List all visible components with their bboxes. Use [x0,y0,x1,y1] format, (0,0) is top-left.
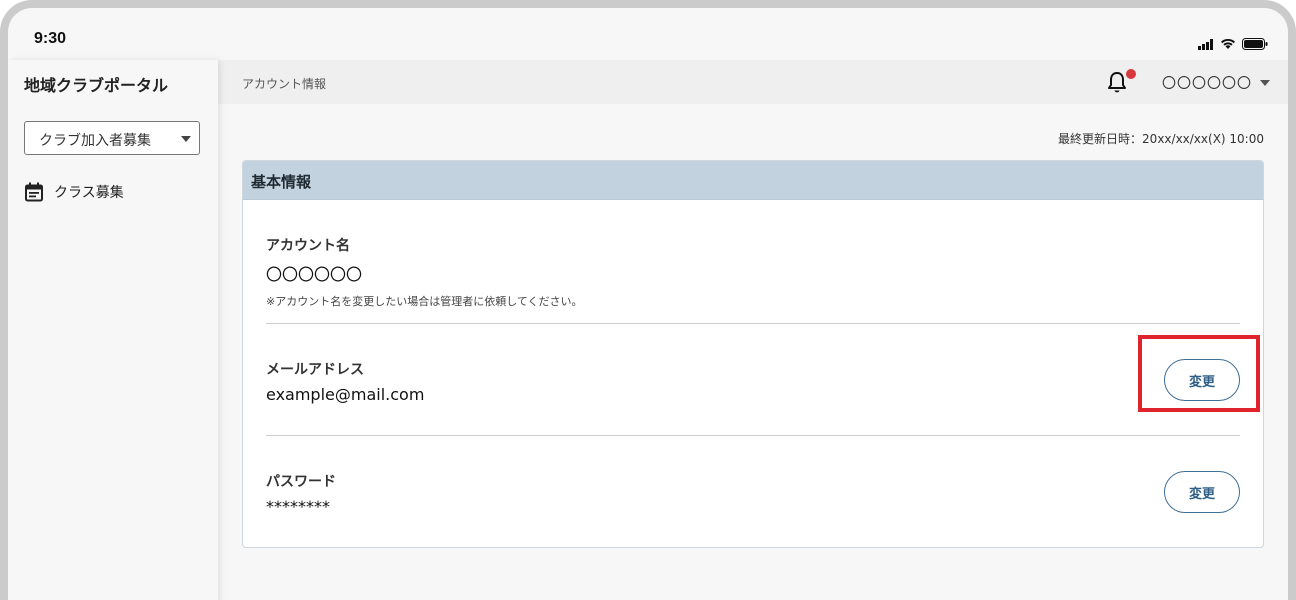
password-label: パスワード [266,474,336,490]
device-frame: 9:30 地域クラブポータル クラブ加入者募集 クラス募集 アカウント情報 〇〇… [0,0,1296,600]
sidebar-item-label: クラス募集 [54,185,124,201]
calendar-icon [25,182,43,202]
highlight-box [1138,335,1260,412]
account-name-value: 〇〇〇〇〇〇 [266,265,363,284]
chevron-down-icon [1260,80,1270,86]
basic-info-card: 基本情報 アカウント名 〇〇〇〇〇〇 ※アカウント名を変更したい場合は管理者に依… [242,160,1264,548]
signal-icon [1198,38,1213,50]
email-value: example@mail.com [266,385,425,404]
club-select[interactable]: クラブ加入者募集 [24,121,200,155]
breadcrumb: アカウント情報 [242,77,327,91]
divider [266,323,1240,324]
password-value: ******** [266,497,330,516]
divider [266,435,1240,436]
status-time: 9:30 [34,30,67,47]
change-password-button[interactable]: 変更 [1164,471,1240,513]
user-name: 〇〇〇〇〇〇 [1162,76,1252,92]
last-updated: 最終更新日時：20xx/xx/xx(X) 10:00 [1058,132,1264,146]
notification-bell-icon[interactable] [1106,70,1128,94]
sidebar: 地域クラブポータル クラブ加入者募集 クラス募集 [8,60,218,600]
wifi-icon [1221,38,1235,49]
sidebar-item-class-recruitment[interactable]: クラス募集 [24,178,124,206]
password-field: パスワード ******** [266,471,1240,516]
top-bar: アカウント情報 〇〇〇〇〇〇 [218,60,1288,104]
account-name-note: ※アカウント名を変更したい場合は管理者に依頼してください。 [266,295,583,308]
account-name-field: アカウント名 〇〇〇〇〇〇 ※アカウント名を変更したい場合は管理者に依頼してくだ… [266,235,1240,309]
status-icons [1198,38,1268,50]
user-menu[interactable]: 〇〇〇〇〇〇 [1162,73,1270,93]
notification-badge [1126,69,1136,79]
email-label: メールアドレス [266,362,364,378]
club-select-value: クラブ加入者募集 [39,133,151,149]
app-title: 地域クラブポータル [24,76,169,95]
chevron-down-icon [181,136,191,142]
card-title: 基本情報 [243,161,1263,200]
account-name-label: アカウント名 [266,238,350,254]
status-bar: 9:30 [8,8,1288,60]
email-field: メールアドレス example@mail.com [266,359,1240,404]
battery-icon [1242,38,1268,50]
